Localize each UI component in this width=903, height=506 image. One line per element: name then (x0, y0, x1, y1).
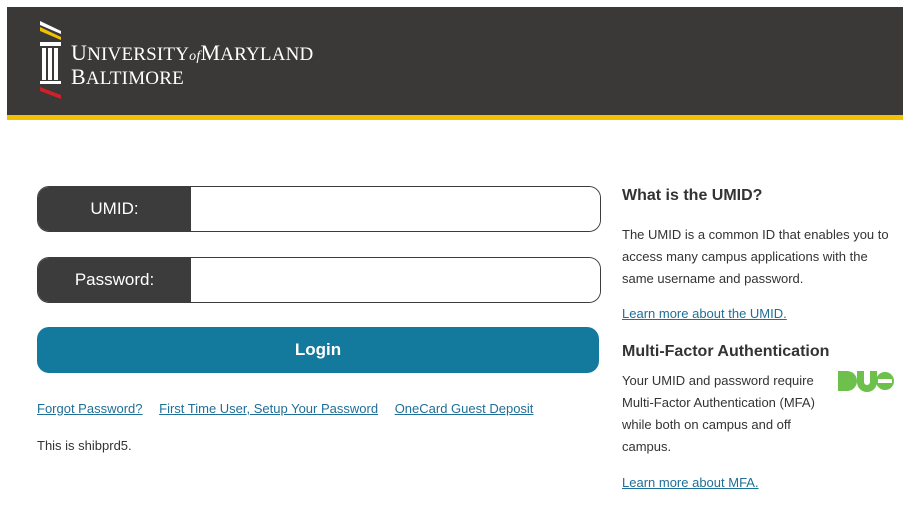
first-time-user-link[interactable]: First Time User, Setup Your Password (159, 401, 378, 416)
duo-logo-icon (838, 371, 894, 392)
umid-input[interactable] (191, 187, 600, 231)
logo-initial-u: U (71, 40, 88, 65)
login-button[interactable]: Login (37, 327, 599, 373)
header-gold-stripe (7, 115, 903, 120)
university-column-logo-icon (40, 21, 61, 99)
umid-label: UMID: (38, 187, 191, 231)
mfa-info-description: Your UMID and password require Multi-Fac… (622, 373, 815, 454)
logo-initial-b: B (71, 64, 86, 89)
site-header: UNIVERSITYofMARYLAND BALTIMORE (7, 7, 903, 115)
logo-word-of: of (189, 49, 201, 64)
umid-field: UMID: (37, 186, 601, 232)
logo-word-altimore: ALTIMORE (85, 68, 184, 89)
learn-more-umid-link[interactable]: Learn more about the UMID. (622, 306, 787, 321)
university-wordmark: UNIVERSITYofMARYLAND BALTIMORE (71, 40, 314, 89)
password-field: Password: (37, 257, 601, 303)
password-label: Password: (38, 258, 191, 302)
logo-initial-m: M (200, 40, 221, 65)
logo-line-university: UNIVERSITYofMARYLAND (71, 40, 314, 67)
umid-info-title: What is the UMID? (622, 187, 763, 204)
learn-more-mfa-link[interactable]: Learn more about MFA. (622, 475, 759, 490)
forgot-password-link[interactable]: Forgot Password? (37, 401, 143, 416)
logo-word-aryland: ARYLAND (220, 44, 314, 65)
logo-line-baltimore: BALTIMORE (71, 64, 313, 89)
password-input[interactable] (191, 258, 600, 302)
help-links: Forgot Password? First Time User, Setup … (37, 401, 546, 416)
university-logo[interactable]: UNIVERSITYofMARYLAND BALTIMORE (37, 17, 313, 103)
mfa-info-title: Multi-Factor Authentication (622, 343, 830, 360)
logo-word-niversity: NIVERSITY (87, 44, 190, 65)
umid-info-description: The UMID is a common ID that enables you… (622, 227, 889, 286)
onecard-guest-deposit-link[interactable]: OneCard Guest Deposit (395, 401, 534, 416)
login-page: UNIVERSITYofMARYLAND BALTIMORE UMID: Pas… (0, 0, 903, 506)
server-note: This is shibprd5. (37, 438, 132, 453)
